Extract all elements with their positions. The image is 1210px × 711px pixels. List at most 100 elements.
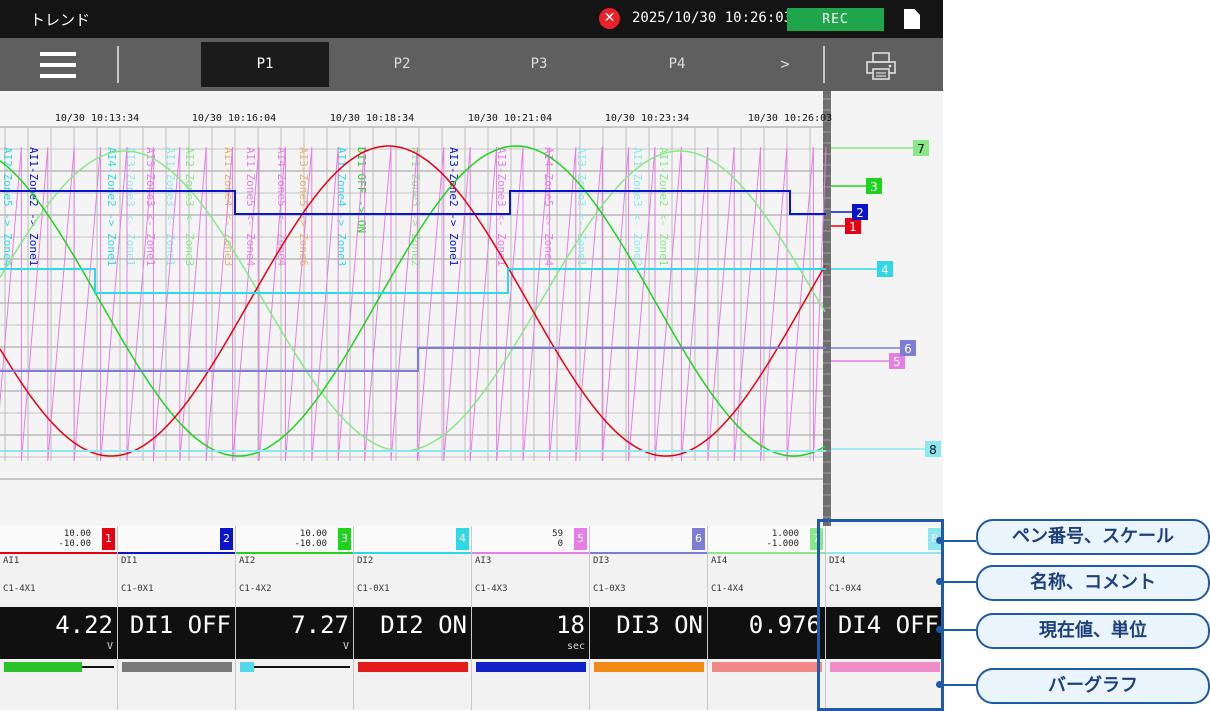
- value-box: DI2 ON: [354, 607, 471, 659]
- pen-number-badge: 6: [692, 528, 705, 550]
- bar-graph-track: [82, 666, 114, 668]
- pen-marker-label: 6: [904, 342, 912, 356]
- bar-graph: [4, 662, 114, 672]
- scale-bottom: -10.00: [58, 539, 91, 549]
- trend-display[interactable]: AI2-Zone5 -> Zone4 AI1-Zone2 -> Zone1 AI4-…: [0, 91, 943, 526]
- printer-icon[interactable]: [864, 52, 898, 84]
- scale-range: 1.000 -1.000: [766, 529, 799, 549]
- event-message: AI1-Zone2 -> Zone1: [27, 147, 40, 266]
- scale-range: 10.00 -10.00: [58, 529, 91, 549]
- bar-graph: [122, 662, 232, 672]
- pen-name: DI2: [357, 556, 374, 566]
- pen-comment: C1-4X1: [3, 584, 36, 594]
- bar-graph-fill: [240, 662, 255, 672]
- current-value: 7.27: [291, 611, 349, 639]
- rec-status-badge[interactable]: REC: [787, 8, 884, 31]
- current-value: 4.22: [55, 611, 113, 639]
- tab-p2[interactable]: P2: [338, 42, 466, 87]
- pen-marker-label: 1: [849, 220, 857, 234]
- current-value: 0.976: [748, 611, 821, 639]
- time-label: 10/30 10:23:34: [605, 113, 689, 124]
- event-message: AI3-Zone2 -> Zone1: [447, 147, 460, 266]
- pen-name: AI3: [475, 556, 492, 566]
- pen-comment: C1-4X2: [239, 584, 272, 594]
- pen-column-4[interactable]: 4 DI2 C1-0X1 DI2 ON: [354, 526, 472, 710]
- value-box: DI3 ON: [590, 607, 707, 659]
- pen-marker-label: 2: [856, 206, 864, 220]
- scale-box: 1.000 -1.000 7: [708, 526, 825, 552]
- scale-top: 10.00: [63, 529, 91, 539]
- event-message: AI2-Zone5 -> Zone4: [1, 147, 14, 267]
- bar-graph: [358, 662, 468, 672]
- divider: [117, 46, 119, 83]
- pen-comment: C1-4X4: [711, 584, 744, 594]
- scale-box: 4: [354, 526, 471, 552]
- pen-number-badge: 2: [220, 528, 233, 550]
- bar-graph-fill: [122, 662, 232, 672]
- value-unit: sec: [566, 641, 585, 652]
- pen-comment: C1-4X3: [475, 584, 508, 594]
- pen-number-badge: 4: [456, 528, 469, 550]
- callout-leader: [940, 540, 976, 542]
- pen-marker-label: 5: [893, 355, 901, 369]
- time-label: 10/30 10:26:03: [748, 113, 832, 124]
- file-icon[interactable]: [904, 9, 920, 29]
- tab-p3[interactable]: P3: [475, 42, 603, 87]
- marker-area: [832, 91, 943, 526]
- bar-graph-fill: [4, 662, 83, 672]
- pen-comment: C1-0X3: [593, 584, 626, 594]
- close-circle-icon[interactable]: ✕: [599, 8, 620, 29]
- screen-title: トレンド: [30, 11, 91, 29]
- pen-column-6[interactable]: 6 DI3 C1-0X3 DI3 ON: [590, 526, 708, 710]
- hamburger-menu-icon[interactable]: [40, 52, 76, 78]
- time-label: 10/30 10:21:04: [468, 113, 552, 124]
- value-box: 7.27 V: [236, 607, 353, 659]
- pen-name: DI3: [593, 556, 610, 566]
- bar-graph-fill: [712, 662, 822, 672]
- callout-dot: [936, 578, 943, 585]
- pen-column-5[interactable]: 59 0 5 AI3 C1-4X3 18 sec: [472, 526, 590, 710]
- pen-color-line: [118, 552, 235, 554]
- bar-graph: [594, 662, 704, 672]
- value-box: 0.976: [708, 607, 825, 659]
- pen-column-7[interactable]: 1.000 -1.000 7 AI4 C1-4X4 0.976: [708, 526, 826, 710]
- tab-p1[interactable]: P1: [201, 42, 329, 87]
- callout-value-unit: 現在値、単位: [976, 613, 1210, 649]
- event-message: DI1 OFF -> ON: [355, 147, 368, 233]
- scale-box: 2: [118, 526, 235, 552]
- value-box: DI1 OFF: [118, 607, 235, 659]
- callout-bar-graph: バーグラフ: [976, 668, 1210, 704]
- time-label: 10/30 10:18:34: [330, 113, 414, 124]
- value-box: 4.22 V: [0, 607, 117, 659]
- time-label: 10/30 10:13:34: [55, 113, 139, 124]
- scale-bottom: 0: [557, 539, 563, 549]
- pen-column-2[interactable]: 2 DI1 C1-0X1 DI1 OFF: [118, 526, 236, 710]
- pen-color-line: [708, 552, 825, 554]
- pen-comment: C1-0X1: [357, 584, 390, 594]
- pen-color-line: [236, 552, 353, 554]
- divider: [823, 46, 825, 83]
- current-datetime: 2025/10/30 10:26:03: [632, 10, 793, 26]
- callout-leader: [940, 581, 976, 583]
- pen-column-1[interactable]: 10.00 -10.00 1 AI1 C1-4X1 4.22 V: [0, 526, 118, 710]
- callout-highlight-frame: [817, 519, 944, 711]
- trend-background: [0, 91, 943, 526]
- bar-graph-fill: [594, 662, 704, 672]
- tab-p4[interactable]: P4: [613, 42, 741, 87]
- scale-box: 6: [590, 526, 707, 552]
- callout-dot: [936, 537, 943, 544]
- callout-dot: [936, 681, 943, 688]
- pen-color-line: [472, 552, 589, 554]
- pen-column-3[interactable]: 10.00 -10.00 3 AI2 C1-4X2 7.27 V: [236, 526, 354, 710]
- value-unit: V: [106, 641, 113, 652]
- scale-top: 1.000: [771, 529, 799, 539]
- scale-range: 59 0: [552, 529, 563, 549]
- value-box: 18 sec: [472, 607, 589, 659]
- time-label: 10/30 10:16:04: [192, 113, 276, 124]
- value-unit: V: [342, 641, 349, 652]
- pen-name: DI1: [121, 556, 138, 566]
- next-page-button[interactable]: >: [760, 42, 810, 87]
- event-message: AI3-Zone3 <- Zone1: [575, 147, 588, 266]
- scale-box: 59 0 5: [472, 526, 589, 552]
- pen-color-line: [0, 552, 117, 554]
